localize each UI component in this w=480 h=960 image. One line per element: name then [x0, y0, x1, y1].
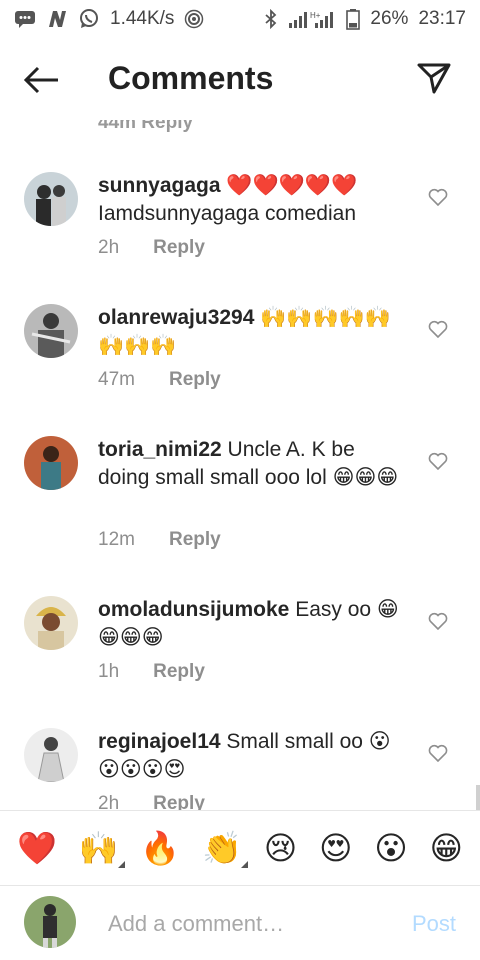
comment-meta: 47m Reply — [98, 369, 221, 391]
page-title: Comments — [108, 60, 274, 96]
crying-emoji-button[interactable]: 😢 — [264, 830, 297, 866]
clap-emoji-button[interactable]: 👏 — [202, 830, 248, 868]
comment-time: 1h — [98, 661, 120, 682]
bluetooth-icon — [264, 9, 278, 29]
reply-button[interactable]: Reply — [169, 529, 221, 551]
status-bar: 1.44K/s H+ 26% 23:17 — [0, 0, 480, 38]
avatar[interactable] — [24, 596, 78, 650]
battery-level: 26% — [370, 8, 409, 29]
raised-hands-emoji-button[interactable]: 🙌 — [78, 830, 125, 868]
skin-tone-indicator — [240, 861, 248, 868]
avatar[interactable] — [24, 304, 78, 358]
arrow-left-icon — [23, 66, 58, 94]
comment-text: toria_nimi22 Uncle A. K be doing small s… — [98, 436, 408, 492]
share-button[interactable] — [416, 60, 452, 96]
hotspot-icon — [184, 9, 204, 29]
current-user-avatar — [24, 896, 76, 948]
svg-text:H+: H+ — [310, 11, 321, 20]
reply-button[interactable]: Reply — [153, 793, 205, 810]
comment-time: 2h — [98, 793, 120, 810]
comment-text: reginajoel14 Small small oo 😮😮😮😮😍 — [98, 728, 408, 784]
scrollbar[interactable] — [476, 785, 480, 810]
comment-username[interactable]: sunnyagaga — [98, 174, 221, 197]
comment-composer: Add a comment… Post — [0, 887, 480, 960]
avatar[interactable] — [24, 172, 78, 226]
like-heart-icon[interactable] — [428, 612, 448, 630]
app-n-icon — [46, 9, 68, 29]
comment-text: olanrewaju3294 🙌🙌🙌🙌🙌🙌🙌🙌 — [98, 304, 408, 360]
comment-username[interactable]: olanrewaju3294 — [98, 306, 254, 329]
comment-meta: 12m Reply — [98, 529, 221, 551]
comment-username[interactable]: omoladunsijumoke — [98, 598, 289, 621]
comment-meta: 2h Reply — [98, 793, 205, 810]
heart-emoji-button[interactable]: ❤️ — [17, 830, 57, 866]
comment-username[interactable]: toria_nimi22 — [98, 438, 222, 461]
paper-plane-icon — [417, 63, 451, 94]
comment-meta: 2h Reply — [98, 237, 205, 259]
reply-button[interactable]: Reply — [153, 661, 205, 683]
fire-emoji-button[interactable]: 🔥 — [140, 830, 180, 866]
like-heart-icon[interactable] — [428, 452, 448, 470]
clock: 23:17 — [418, 8, 466, 29]
signal-icon: H+ — [288, 9, 336, 29]
comment-time: 2h — [98, 237, 120, 258]
comment-time: 47m — [98, 369, 135, 390]
back-button[interactable] — [22, 60, 62, 100]
raised-hands-emoji: 🙌 — [78, 830, 119, 866]
like-heart-icon[interactable] — [428, 320, 448, 338]
grin-emoji-button[interactable]: 😁 — [430, 830, 463, 866]
battery-icon — [346, 8, 361, 30]
post-button[interactable]: Post — [412, 911, 456, 937]
network-speed: 1.44K/s — [110, 8, 175, 29]
clap-emoji: 👏 — [202, 830, 242, 866]
comment-time: 12m — [98, 529, 135, 550]
comments-list[interactable]: 44m Reply sunnyagaga ❤️❤️❤️❤️❤️ Iamdsunn… — [0, 110, 480, 810]
avatar[interactable] — [24, 436, 78, 490]
heart-eyes-emoji-button[interactable]: 😍 — [319, 830, 352, 866]
chat-bubble-icon — [14, 9, 36, 29]
comment-text: omoladunsijumoke Easy oo 😁😁😁😁 — [98, 596, 408, 652]
like-heart-icon[interactable] — [428, 188, 448, 206]
comments-header: Comments — [0, 38, 480, 120]
like-heart-icon[interactable] — [428, 744, 448, 762]
avatar[interactable] — [24, 728, 78, 782]
reply-button[interactable]: Reply — [153, 237, 205, 259]
reply-button[interactable]: Reply — [169, 369, 221, 391]
skin-tone-indicator — [117, 861, 125, 868]
surprised-emoji-button[interactable]: 😮 — [374, 830, 407, 866]
comment-username[interactable]: reginajoel14 — [98, 730, 221, 753]
whatsapp-icon — [78, 8, 100, 30]
comment-text: sunnyagaga ❤️❤️❤️❤️❤️ Iamdsunnyagaga com… — [98, 172, 408, 228]
comment-meta: 1h Reply — [98, 661, 205, 683]
comment-input[interactable]: Add a comment… — [108, 911, 284, 937]
emoji-quick-bar: ❤️ 🙌 🔥 👏 😢 😍 😮 😁 — [0, 810, 480, 886]
